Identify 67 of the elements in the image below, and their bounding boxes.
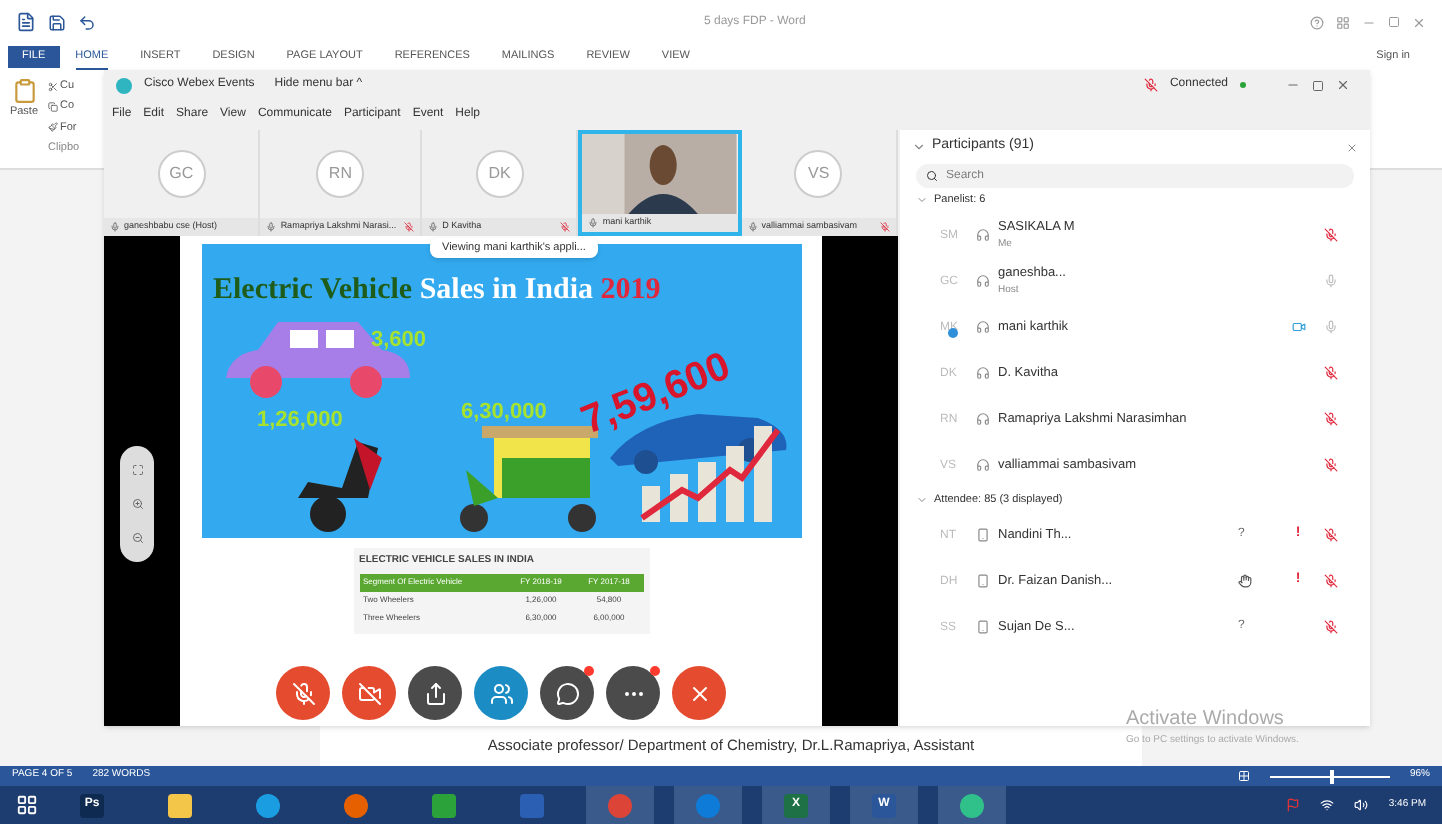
sales-figure: 1,26,000 bbox=[257, 406, 343, 436]
control-icon bbox=[555, 681, 579, 705]
headset-icon bbox=[976, 412, 990, 426]
ribbon-options-icon[interactable] bbox=[1336, 15, 1350, 29]
phone-icon bbox=[976, 620, 990, 634]
taskbar-app-icon[interactable] bbox=[256, 793, 280, 817]
control-icon bbox=[291, 681, 315, 705]
mic-icon bbox=[428, 222, 439, 232]
scissors-icon bbox=[48, 81, 58, 92]
mic-icon bbox=[588, 218, 599, 228]
headset-icon bbox=[976, 366, 990, 380]
paste-icon[interactable] bbox=[11, 78, 37, 104]
control-icon bbox=[687, 681, 711, 705]
muted-mic-icon[interactable] bbox=[1323, 458, 1337, 472]
headset-icon bbox=[976, 320, 990, 334]
muted-mic-icon[interactable] bbox=[1323, 366, 1337, 380]
word-icon bbox=[16, 12, 36, 32]
muted-mic-icon[interactable] bbox=[1323, 228, 1337, 242]
muted-mic-icon[interactable] bbox=[1323, 620, 1337, 634]
phone-icon bbox=[976, 528, 990, 542]
maximize-icon[interactable] bbox=[1312, 79, 1324, 91]
headset-icon bbox=[976, 274, 990, 288]
help-icon[interactable] bbox=[1310, 15, 1324, 29]
brush-icon bbox=[48, 122, 58, 133]
avatar: DK bbox=[475, 150, 524, 198]
zoom-out-icon[interactable] bbox=[131, 531, 143, 544]
network-icon[interactable] bbox=[1320, 798, 1335, 812]
zoom-thumb[interactable] bbox=[1329, 769, 1334, 783]
avatar: GC bbox=[157, 150, 206, 198]
view-icon[interactable] bbox=[1237, 770, 1250, 782]
mic-icon bbox=[747, 222, 758, 232]
copy-icon bbox=[48, 101, 58, 112]
control-icon bbox=[357, 681, 381, 705]
control-icon bbox=[489, 681, 513, 705]
slide-title: Electric Vehicle Sales in India 2019 bbox=[213, 272, 661, 310]
muted-mic-icon[interactable] bbox=[1323, 528, 1337, 542]
volume-icon[interactable] bbox=[1354, 798, 1369, 812]
taskbar-app-icon[interactable] bbox=[168, 793, 192, 817]
activation-title: Activate Windows bbox=[1126, 706, 1286, 734]
taskbar-app-icon[interactable] bbox=[432, 793, 456, 817]
search-icon bbox=[926, 170, 938, 182]
taskbar-app-icon[interactable] bbox=[344, 793, 368, 817]
avatar: RN bbox=[316, 150, 365, 198]
phone-icon bbox=[976, 574, 990, 588]
headset-icon bbox=[976, 458, 990, 472]
close-icon[interactable] bbox=[1412, 15, 1426, 29]
muted-mic-icon[interactable] bbox=[1323, 574, 1337, 588]
avatar: VS bbox=[794, 150, 843, 198]
sales-figure: 3,600 bbox=[371, 326, 427, 356]
maximize-icon[interactable] bbox=[1388, 16, 1400, 28]
muted-mic-icon[interactable] bbox=[1143, 78, 1158, 92]
flag-icon[interactable] bbox=[1286, 798, 1301, 812]
control-icon bbox=[423, 681, 447, 705]
start-icon[interactable] bbox=[16, 794, 38, 816]
mic-icon bbox=[110, 222, 120, 232]
muted-mic-icon[interactable] bbox=[1323, 412, 1337, 426]
save-icon[interactable] bbox=[48, 13, 66, 31]
close-icon[interactable] bbox=[1346, 141, 1358, 153]
collapse-icon[interactable] bbox=[912, 140, 926, 154]
close-icon[interactable] bbox=[1336, 78, 1350, 92]
undo-icon[interactable] bbox=[78, 13, 96, 31]
taskbar-app-icon[interactable] bbox=[960, 793, 984, 817]
sales-figure: 6,30,000 bbox=[461, 398, 547, 428]
headset-icon bbox=[976, 228, 990, 242]
mic-icon bbox=[266, 222, 277, 232]
zoom-in-icon[interactable] bbox=[131, 497, 143, 510]
webex-logo-icon bbox=[116, 77, 132, 93]
